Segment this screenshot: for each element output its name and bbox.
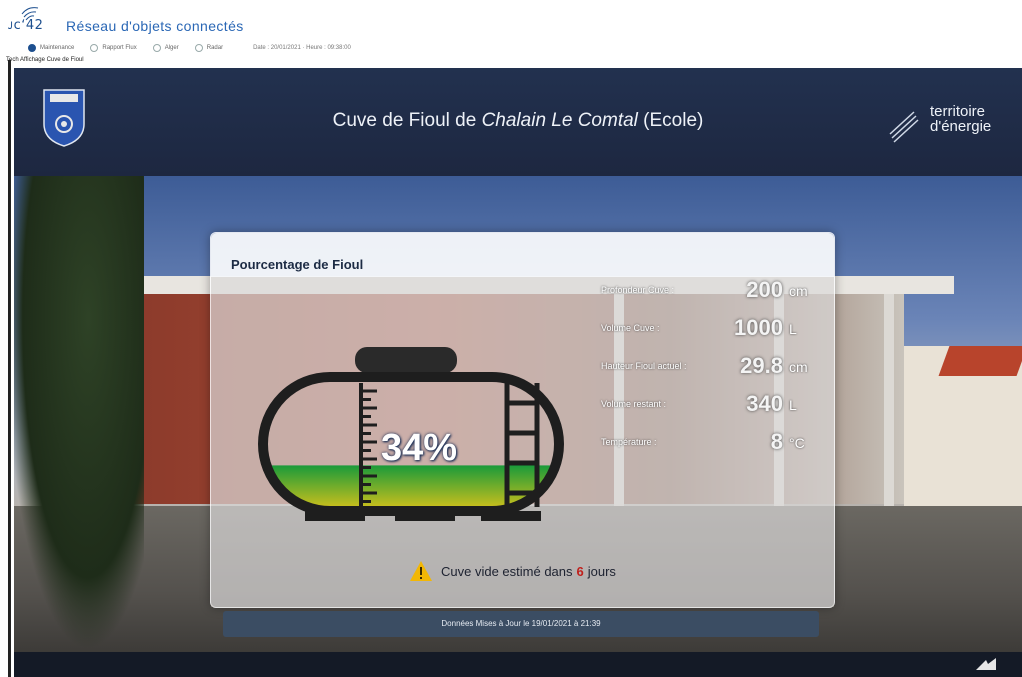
fuel-panel: Pourcentage de Fioul 34% Profondeur Cuve… bbox=[210, 232, 835, 637]
info-row-volume-cuve: Volume Cuve : 1000 L bbox=[601, 315, 821, 345]
radio-rapport-flux[interactable]: Rapport Flux bbox=[90, 44, 137, 52]
app-title: Réseau d'objets connectés bbox=[66, 18, 244, 34]
app-header: ᴊcʻ42 Réseau d'objets connectés Maintena… bbox=[0, 0, 1022, 68]
footer-bar bbox=[14, 652, 1022, 677]
empty-warning: Cuve vide estimé dans 6 jours bbox=[409, 559, 616, 583]
info-label: Température : bbox=[601, 437, 657, 447]
info-unit: °C bbox=[789, 435, 805, 451]
title-place: Chalain Le Comtal bbox=[481, 110, 638, 131]
info-unit: L bbox=[789, 321, 797, 337]
photo-tree bbox=[14, 176, 144, 652]
radio-dot-icon bbox=[90, 44, 99, 52]
info-value: 29.8 bbox=[740, 353, 783, 378]
info-unit: L bbox=[789, 397, 797, 413]
warning-suffix: jours bbox=[587, 563, 616, 579]
warning-days: 6 bbox=[576, 563, 584, 579]
radio-label: Rapport Flux bbox=[102, 45, 137, 51]
info-label: Hauteur Fioul actuel : bbox=[601, 361, 687, 371]
info-value: 340 bbox=[746, 391, 783, 416]
radio-label: Radar bbox=[206, 45, 224, 51]
tank-foot bbox=[305, 511, 365, 521]
window-edge bbox=[8, 60, 11, 677]
title-suffix: (Ecole) bbox=[643, 110, 704, 131]
radio-radar[interactable]: Radar bbox=[194, 44, 224, 52]
panel-body: 34% Profondeur Cuve : 200 cm Volume Cuve… bbox=[211, 277, 834, 637]
page-subtitle: Tech Affichage Cuve de Fioul bbox=[6, 57, 84, 63]
brand-text: territoire d'énergie bbox=[930, 104, 991, 134]
info-label: Volume Cuve : bbox=[601, 323, 660, 333]
radio-label: Alger bbox=[164, 45, 179, 51]
radio-alger[interactable]: Alger bbox=[152, 44, 179, 52]
info-row-hauteur: Hauteur Fioul actuel : 29.8 cm bbox=[601, 353, 821, 383]
dashboard: Cuve de Fioul de Chalain Le Comtal (Ecol… bbox=[14, 68, 1022, 677]
photo-red-roof bbox=[938, 346, 1022, 376]
datetime-readout: Date : 20/01/2021 · Heure : 09:38:00 bbox=[253, 45, 351, 51]
panel-title: Pourcentage de Fioul bbox=[231, 257, 364, 272]
banner-title: Cuve de Fioul de Chalain Le Comtal (Ecol… bbox=[14, 110, 1022, 132]
info-value: 200 bbox=[746, 277, 783, 302]
info-unit: cm bbox=[789, 283, 808, 299]
radio-dot-icon bbox=[152, 44, 161, 52]
warning-text: Cuve vide estimé dans bbox=[441, 563, 573, 579]
info-row-profondeur: Profondeur Cuve : 200 cm bbox=[601, 277, 821, 307]
panel-header: Pourcentage de Fioul bbox=[211, 233, 834, 277]
tank-foot bbox=[481, 511, 541, 521]
info-value: 1000 bbox=[734, 315, 783, 340]
tank-hatch bbox=[355, 347, 457, 373]
logo-text: ᴊcʻ42 bbox=[8, 18, 44, 33]
radio-label: Maintenance bbox=[40, 45, 75, 51]
brand-line2: d'énergie bbox=[930, 118, 992, 135]
fullscreen-icon[interactable] bbox=[974, 654, 998, 672]
tank-foot bbox=[395, 511, 455, 521]
title-prefix: Cuve de Fioul de bbox=[332, 110, 477, 131]
info-label: Profondeur Cuve : bbox=[601, 285, 675, 295]
brand-line1: territoire bbox=[930, 103, 986, 120]
mode-radio-group: Maintenance Rapport Flux Alger Radar Dat… bbox=[28, 42, 351, 54]
photo-pillar bbox=[884, 294, 894, 524]
fuel-percentage: 34% bbox=[381, 427, 458, 469]
banner: Cuve de Fioul de Chalain Le Comtal (Ecol… bbox=[14, 68, 1022, 176]
info-row-temperature: Température : 8 °C bbox=[601, 429, 821, 459]
info-unit: cm bbox=[789, 359, 808, 375]
info-row-volume-restant: Volume restant : 340 L bbox=[601, 391, 821, 421]
warning-triangle-icon bbox=[410, 561, 432, 581]
update-timestamp: Données Mises à Jour le 19/01/2021 à 21:… bbox=[223, 611, 819, 637]
radio-dot-icon bbox=[194, 44, 203, 52]
info-value: 8 bbox=[770, 429, 783, 454]
radio-dot-icon bbox=[28, 44, 36, 52]
info-label: Volume restant : bbox=[601, 399, 667, 409]
radio-maintenance[interactable]: Maintenance bbox=[28, 44, 74, 52]
